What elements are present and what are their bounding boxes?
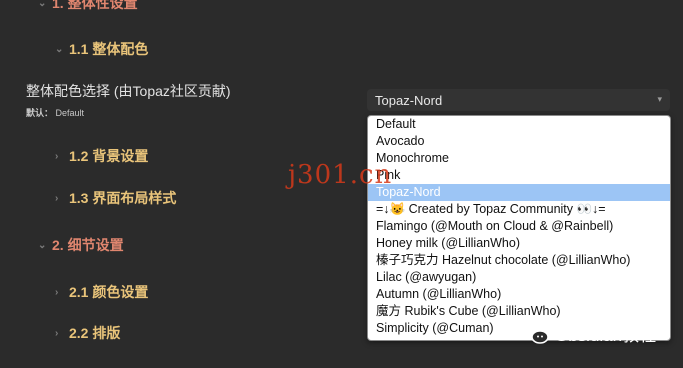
heading-layout-label: 1.3 界面布局样式 (69, 190, 177, 206)
heading-layout[interactable]: › 1.3 界面布局样式 (55, 188, 176, 208)
chevron-right-icon[interactable]: › (55, 328, 69, 339)
wechat-watermark-badge: Obsidian教程 (523, 321, 656, 346)
dropdown-option-selected[interactable]: Topaz-Nord (368, 184, 670, 201)
dropdown-option[interactable]: Flamingo (@Mouth on Cloud & @Rainbell) (368, 218, 670, 235)
dropdown-option[interactable]: Lilac (@awyugan) (368, 269, 670, 286)
heading-typeset[interactable]: › 2.2 排版 (55, 323, 120, 343)
heading-overall-color[interactable]: ⌄ 1.1 整体配色 (55, 39, 148, 59)
heading-detail[interactable]: ⌄ 2. 细节设置 (38, 235, 124, 255)
dropdown-option[interactable]: Autumn (@LillianWho) (368, 286, 670, 303)
setting-description: 默认： Default (26, 106, 84, 119)
heading-colors[interactable]: › 2.1 颜色设置 (55, 282, 148, 302)
wechat-watermark-text: Obsidian教程 (555, 326, 657, 345)
setting-name: 整体配色选择 (由Topaz社区贡献) (26, 83, 231, 99)
select-value: Topaz-Nord (375, 93, 443, 108)
chevron-down-icon: ▾ (657, 94, 662, 104)
chevron-right-icon[interactable]: › (55, 193, 69, 204)
dropdown-option[interactable]: Pink (368, 167, 670, 184)
heading-colors-label: 2.1 颜色设置 (69, 284, 149, 300)
color-scheme-select[interactable]: Topaz-Nord ▾ (367, 89, 670, 111)
dropdown-option[interactable]: Honey milk (@LillianWho) (368, 235, 670, 252)
chevron-down-icon[interactable]: ⌄ (38, 0, 52, 9)
chevron-right-icon[interactable]: › (55, 287, 69, 298)
dropdown-option[interactable]: Default (368, 116, 670, 133)
chevron-down-icon[interactable]: ⌄ (38, 240, 52, 251)
dropdown-option[interactable]: 榛子巧克力 Hazelnut chocolate (@LillianWho) (368, 252, 670, 269)
heading-overall[interactable]: ⌄ 1. 整体性设置 (38, 0, 138, 13)
heading-detail-label: 2. 细节设置 (52, 237, 124, 253)
default-value: Default (55, 108, 85, 118)
heading-typeset-label: 2.2 排版 (69, 325, 121, 341)
chevron-right-icon[interactable]: › (55, 151, 69, 162)
chevron-down-icon[interactable]: ⌄ (55, 44, 69, 55)
heading-overall-color-label: 1.1 整体配色 (69, 41, 149, 57)
wechat-icon (523, 323, 549, 344)
dropdown-option[interactable]: Avocado (368, 133, 670, 150)
dropdown-option[interactable]: 魔方 Rubik's Cube (@LillianWho) (368, 303, 670, 320)
heading-background[interactable]: › 1.2 背景设置 (55, 146, 148, 166)
heading-background-label: 1.2 背景设置 (69, 148, 149, 164)
site-watermark: j301.cn (288, 160, 393, 190)
dropdown-option[interactable]: Monochrome (368, 150, 670, 167)
default-label: 默认： (26, 108, 54, 118)
color-scheme-dropdown[interactable]: Default Avocado Monochrome Pink Topaz-No… (367, 115, 671, 341)
heading-overall-label: 1. 整体性设置 (52, 0, 138, 11)
dropdown-option-separator[interactable]: =↓😺 Created by Topaz Community 👀↓= (368, 201, 670, 218)
